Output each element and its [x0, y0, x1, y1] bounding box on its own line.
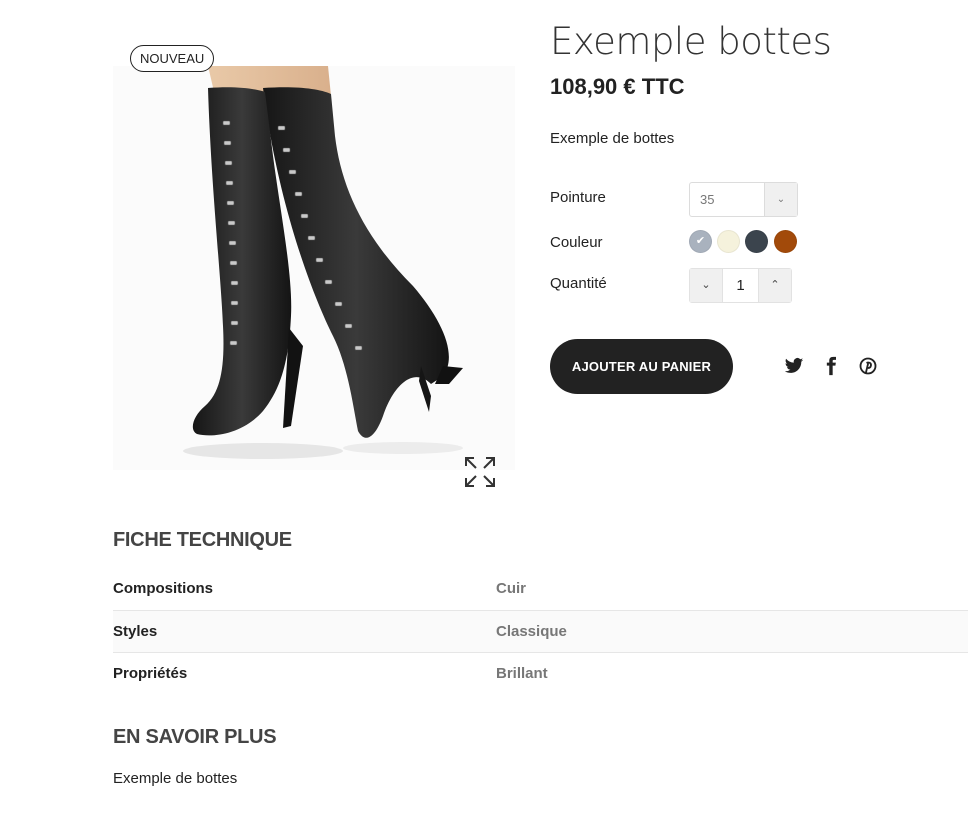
more-title: EN SAVOIR PLUS [113, 726, 277, 748]
color-label: Couleur [550, 234, 603, 251]
spec-name: Styles [113, 623, 158, 640]
spec-row: Compositions Cuir [113, 568, 968, 610]
increment-button[interactable]: ⌃ [758, 269, 791, 302]
quantity-stepper: ⌄ ⌃ [689, 268, 792, 303]
spec-value: Classique [496, 623, 567, 640]
size-label: Pointure [550, 189, 606, 206]
product-title: Exemple bottes [550, 20, 832, 63]
quantity-label: Quantité [550, 275, 607, 292]
color-swatch-dark-slate[interactable] [745, 230, 768, 253]
quantity-input[interactable] [723, 269, 758, 302]
boots-illustration [113, 66, 515, 470]
product-price: 108,90 € TTC [550, 74, 685, 100]
chevron-up-icon: ⌃ [770, 279, 780, 291]
check-icon: ✔ [695, 235, 706, 247]
chevron-down-icon: ⌄ [764, 183, 797, 216]
spec-value: Cuir [496, 580, 526, 597]
spec-name: Compositions [113, 580, 213, 597]
spec-row: Propriétés Brillant [113, 652, 968, 694]
spec-value: Brillant [496, 665, 548, 682]
short-description: Exemple de bottes [550, 130, 675, 147]
specs-title: FICHE TECHNIQUE [113, 529, 292, 551]
price-amount: 108,90 € [550, 74, 636, 99]
product-image[interactable] [113, 66, 515, 470]
tax-label: TTC [641, 74, 685, 99]
new-badge: NOUVEAU [130, 45, 215, 72]
chevron-down-icon: ⌄ [701, 279, 711, 291]
expand-icon[interactable] [463, 455, 497, 489]
spec-row: Styles Classique [113, 610, 968, 652]
pinterest-icon[interactable] [858, 356, 878, 376]
add-to-cart-button[interactable]: AJOUTER AU PANIER [550, 339, 733, 394]
color-swatch-brown[interactable] [774, 230, 797, 253]
spec-name: Propriétés [113, 665, 188, 682]
facebook-icon[interactable] [821, 356, 841, 376]
size-select[interactable]: 35 ⌄ [689, 182, 798, 217]
size-select-value: 35 [700, 192, 715, 207]
color-swatch-cream[interactable] [717, 230, 740, 253]
twitter-icon[interactable] [784, 356, 804, 376]
color-swatch-grey[interactable]: ✔ [689, 230, 712, 253]
decrement-button[interactable]: ⌄ [690, 269, 723, 302]
more-text: Exemple de bottes [113, 770, 238, 787]
